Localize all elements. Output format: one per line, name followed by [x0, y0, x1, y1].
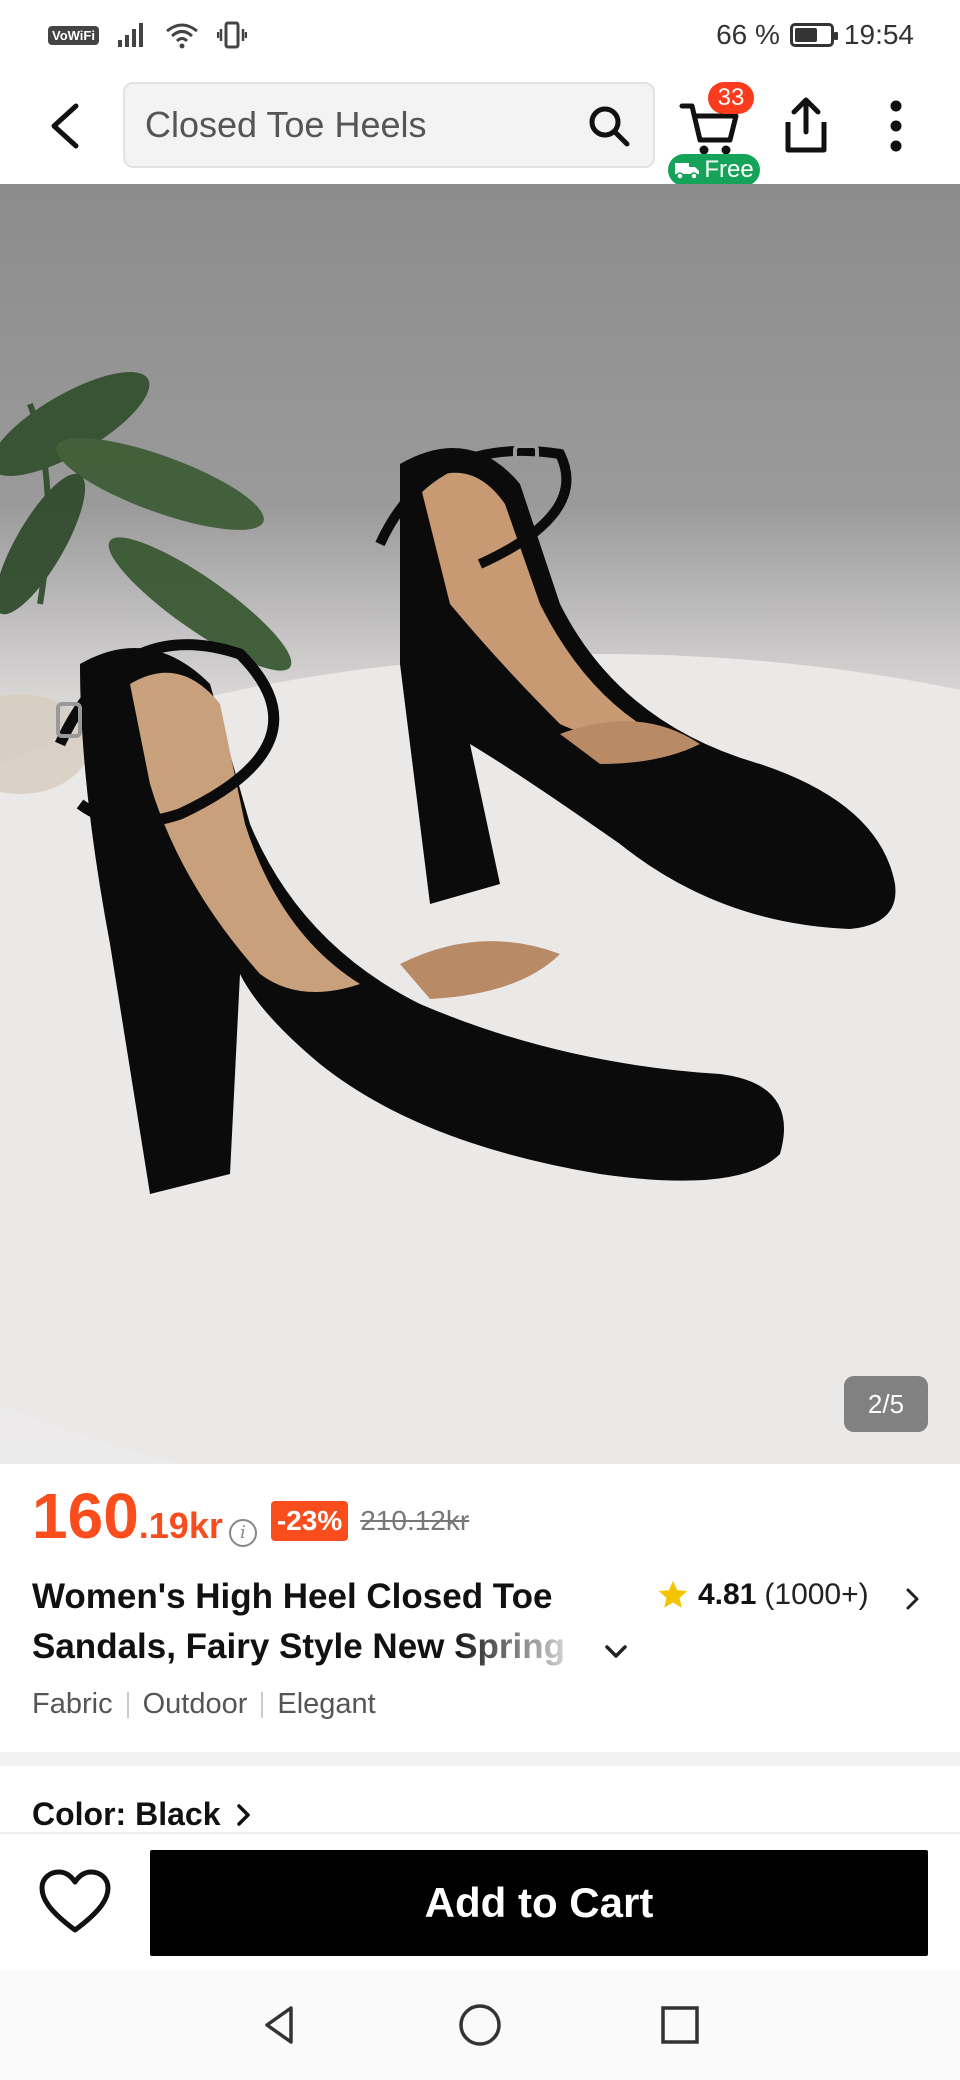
clock: 19:54 — [843, 19, 914, 50]
product-photo-heels — [0, 372, 960, 1464]
chevron-down-icon[interactable] — [600, 1636, 632, 1668]
price-info-icon[interactable]: i — [228, 1519, 257, 1547]
image-counter: 2/5 — [844, 1376, 928, 1432]
signal-icon — [117, 23, 143, 47]
section-divider — [0, 1752, 960, 1766]
rating-count: (1000+) — [764, 1578, 869, 1611]
vibrate-icon — [216, 21, 247, 49]
search-input[interactable] — [145, 84, 565, 166]
chevron-right-icon[interactable] — [902, 1584, 924, 1614]
product-tags: Fabric Outdoor Elegant — [32, 1688, 376, 1721]
color-label: Color: Black — [32, 1796, 221, 1832]
original-price: 210.12kr — [360, 1505, 470, 1536]
share-icon[interactable] — [780, 96, 832, 156]
nav-back-icon[interactable] — [255, 2000, 305, 2050]
add-to-cart-button[interactable]: Add to Cart — [150, 1850, 928, 1956]
heart-icon[interactable] — [38, 1868, 112, 1936]
product-title-line1: Women's High Heel Closed Toe — [32, 1577, 553, 1616]
price-cents: .19kr — [138, 1505, 223, 1546]
nav-recents-icon[interactable] — [655, 2000, 705, 2050]
back-arrow-icon[interactable] — [40, 98, 90, 154]
chevron-right-icon — [237, 1803, 251, 1826]
truck-icon — [675, 163, 700, 180]
product-image-gallery[interactable]: 2/5 — [0, 184, 960, 1464]
color-selector[interactable]: Color: Black — [32, 1796, 254, 1833]
rating-value: 4.81 — [698, 1578, 757, 1611]
vowifi-indicator: VoWiFi — [48, 25, 99, 45]
nav-home-icon[interactable] — [455, 2000, 505, 2050]
price-row: 160 .19kr i -23% 210.12kr — [32, 1484, 469, 1548]
product-title[interactable]: Women's High Heel Closed Toe Sandals, Fa… — [32, 1572, 632, 1672]
battery-percent: 66 % — [716, 19, 780, 50]
tag-item: Fabric — [32, 1688, 113, 1720]
battery-fill — [794, 28, 818, 42]
tag-divider — [126, 1691, 129, 1718]
status-bar: VoWiFi 66 % 19:54 — [0, 0, 960, 70]
cart-count-badge: 33 — [708, 82, 754, 114]
rating-summary[interactable]: 4.81 (1000+) — [656, 1578, 869, 1612]
free-shipping-badge: Free — [668, 154, 760, 186]
product-title-line2: Sandals, Fairy Style New Spring — [32, 1627, 565, 1666]
discount-badge: -23% — [270, 1501, 349, 1541]
tag-item: Elegant — [277, 1688, 376, 1720]
tag-divider — [261, 1691, 264, 1718]
system-nav-bar — [0, 1970, 960, 2080]
free-shipping-label: Free — [704, 156, 754, 183]
more-options-icon[interactable] — [876, 96, 916, 156]
search-box[interactable] — [123, 82, 655, 168]
price-main: 160 — [32, 1480, 139, 1552]
bottom-action-bar: Add to Cart — [0, 1832, 960, 1970]
tag-item: Outdoor — [142, 1688, 248, 1720]
battery-icon — [789, 23, 838, 47]
status-left: VoWiFi — [48, 21, 247, 49]
header: 33 Free — [0, 70, 960, 186]
search-icon[interactable] — [587, 104, 631, 148]
cart-button[interactable]: 33 Free — [668, 78, 768, 186]
status-right: 66 % 19:54 — [716, 19, 914, 51]
wifi-icon — [166, 23, 198, 49]
star-icon — [658, 1580, 688, 1608]
